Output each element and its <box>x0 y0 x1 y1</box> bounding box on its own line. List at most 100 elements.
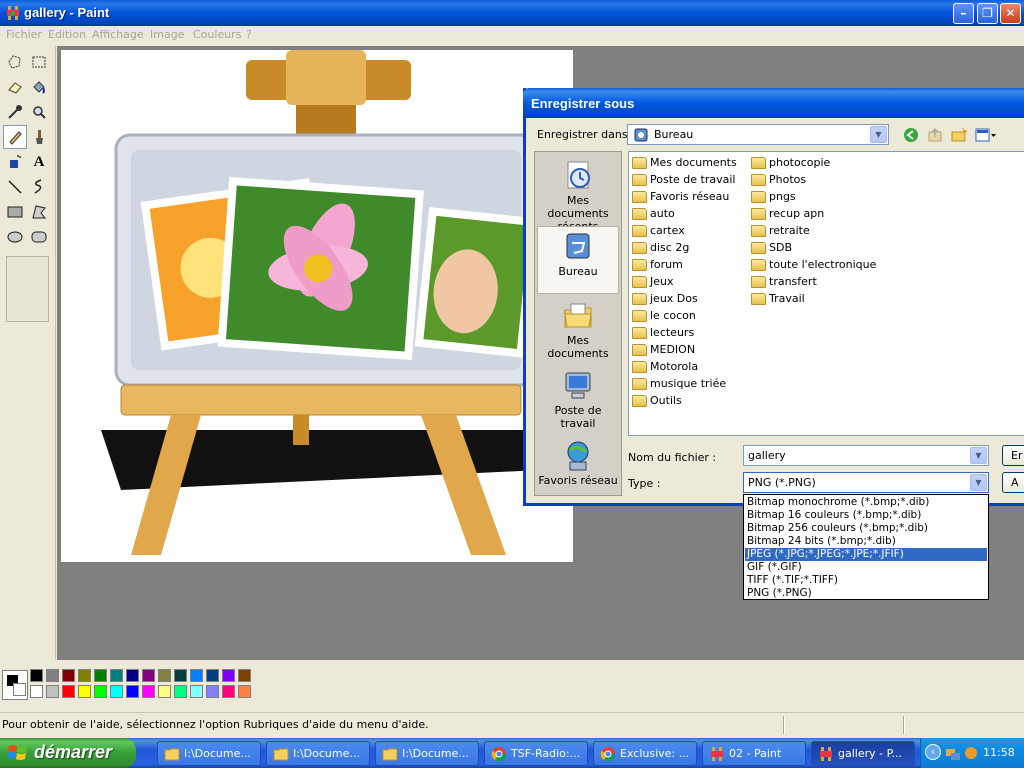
text-icon[interactable]: A <box>27 150 51 174</box>
chevron-down-icon[interactable]: ▼ <box>970 474 987 491</box>
menu-affichage[interactable]: Affichage <box>92 28 144 41</box>
type-value: PNG (*.PNG) <box>748 476 816 489</box>
color-swatch[interactable] <box>158 685 171 698</box>
folder-icon <box>632 173 648 187</box>
menu-edition[interactable]: Edition <box>48 28 86 41</box>
maximize-button[interactable]: ❐ <box>977 3 998 24</box>
polygon-icon[interactable] <box>27 200 51 224</box>
place-desktop[interactable]: Bureau <box>537 226 619 294</box>
taskbar-button[interactable]: I:\Docume... <box>266 741 370 766</box>
filename-input[interactable]: gallery ▼ <box>743 445 989 466</box>
color-swatch[interactable] <box>126 669 139 682</box>
folder-icon <box>751 258 767 272</box>
line-icon[interactable] <box>3 175 27 199</box>
color-swatch[interactable] <box>62 685 75 698</box>
free-select-icon[interactable] <box>3 50 27 74</box>
color-swatch[interactable] <box>94 685 107 698</box>
color-swatch[interactable] <box>46 669 59 682</box>
ellipse-icon[interactable] <box>3 225 27 249</box>
color-swatch[interactable] <box>94 669 107 682</box>
save-in-combo[interactable]: Bureau ▼ <box>627 124 889 145</box>
messenger-icon[interactable] <box>963 745 979 761</box>
eraser-icon[interactable] <box>3 75 27 99</box>
rect-select-icon[interactable] <box>27 50 51 74</box>
menu-help[interactable]: ? <box>246 28 252 41</box>
status-bar: Pour obtenir de l'aide, sélectionnez l'o… <box>0 712 1024 736</box>
color-picker-icon[interactable] <box>3 100 27 124</box>
type-option[interactable]: Bitmap 256 couleurs (*.bmp;*.dib) <box>745 522 987 535</box>
type-option[interactable]: JPEG (*.JPG;*.JPEG;*.JPE;*.JFIF) <box>745 548 987 561</box>
place-my-computer[interactable]: Poste de travail <box>537 366 619 434</box>
minimize-button[interactable]: – <box>953 3 974 24</box>
color-swatch[interactable] <box>126 685 139 698</box>
airbrush-icon[interactable] <box>3 150 27 174</box>
file-name: forum <box>650 258 683 271</box>
color-swatch[interactable] <box>30 685 43 698</box>
drawing-canvas[interactable] <box>61 50 573 562</box>
place-network[interactable]: Favoris réseau <box>537 436 619 504</box>
color-swatch[interactable] <box>30 669 43 682</box>
type-select[interactable]: PNG (*.PNG) ▼ <box>743 472 989 493</box>
color-swatch[interactable] <box>238 685 251 698</box>
views-menu-icon[interactable] <box>975 127 997 143</box>
menu-image[interactable]: Image <box>150 28 184 41</box>
place-my-documents[interactable]: Mes documents <box>537 296 619 364</box>
color-swatch[interactable] <box>190 669 203 682</box>
paint-icon <box>7 6 19 20</box>
rounded-rect-icon[interactable] <box>27 225 51 249</box>
color-swatch[interactable] <box>158 669 171 682</box>
cancel-button[interactable]: A <box>1002 472 1024 493</box>
chevron-down-icon[interactable]: ▼ <box>870 126 887 143</box>
curve-icon[interactable] <box>27 175 51 199</box>
color-swatch[interactable] <box>142 685 155 698</box>
tool-options-box[interactable] <box>6 256 49 322</box>
chevron-down-icon[interactable]: ▼ <box>970 447 987 464</box>
new-folder-icon[interactable] <box>951 127 967 143</box>
brush-icon[interactable] <box>27 125 51 149</box>
color-swatch[interactable] <box>206 669 219 682</box>
color-swatch[interactable] <box>110 685 123 698</box>
color-swatch[interactable] <box>222 669 235 682</box>
rectangle-icon[interactable] <box>3 200 27 224</box>
save-button[interactable]: Er <box>1002 445 1024 466</box>
color-swatch[interactable] <box>46 685 59 698</box>
start-label: démarrer <box>34 742 113 762</box>
taskbar-button[interactable]: 02 - Paint <box>702 741 806 766</box>
color-swatch[interactable] <box>142 669 155 682</box>
taskbar-button[interactable]: Exclusive: ... <box>593 741 697 766</box>
network-icon[interactable] <box>945 745 961 761</box>
pencil-icon[interactable] <box>3 125 27 149</box>
color-swatch[interactable] <box>174 685 187 698</box>
color-swatch[interactable] <box>110 669 123 682</box>
menu-couleurs[interactable]: Couleurs <box>193 28 241 41</box>
type-option[interactable]: Bitmap 16 couleurs (*.bmp;*.dib) <box>745 509 987 522</box>
taskbar-button[interactable]: gallery - P... <box>811 741 915 766</box>
taskbar-button[interactable]: TSF-Radio:... <box>484 741 588 766</box>
magnifier-icon[interactable] <box>27 100 51 124</box>
menu-fichier[interactable]: Fichier <box>6 28 42 41</box>
start-button[interactable]: démarrer <box>0 738 136 768</box>
type-option[interactable]: PNG (*.PNG) <box>745 587 987 600</box>
color-swatch[interactable] <box>222 685 235 698</box>
color-swatch[interactable] <box>238 669 251 682</box>
up-folder-icon[interactable] <box>927 127 943 143</box>
type-option[interactable]: TIFF (*.TIF;*.TIFF) <box>745 574 987 587</box>
color-swatch[interactable] <box>206 685 219 698</box>
back-icon[interactable] <box>903 127 919 143</box>
place-recent-documents[interactable]: Mes documents récents <box>537 156 619 233</box>
color-swatch[interactable] <box>78 685 91 698</box>
file-list[interactable]: Mes documents Poste de travail Favoris rés… <box>628 151 1024 436</box>
close-button[interactable]: ✕ <box>1000 3 1021 24</box>
type-option[interactable]: Bitmap monochrome (*.bmp;*.dib) <box>745 496 987 509</box>
taskbar-button[interactable]: I:\Docume... <box>375 741 479 766</box>
fill-icon[interactable] <box>27 75 51 99</box>
color-swatch[interactable] <box>190 685 203 698</box>
taskbar-button[interactable]: I:\Docume... <box>157 741 261 766</box>
color-swatch[interactable] <box>62 669 75 682</box>
background-color[interactable] <box>13 683 26 696</box>
tray-expand-icon[interactable]: ‹ <box>925 744 941 760</box>
type-option[interactable]: GIF (*.GIF) <box>745 561 987 574</box>
color-swatch[interactable] <box>78 669 91 682</box>
type-option[interactable]: Bitmap 24 bits (*.bmp;*.dib) <box>745 535 987 548</box>
color-swatch[interactable] <box>174 669 187 682</box>
